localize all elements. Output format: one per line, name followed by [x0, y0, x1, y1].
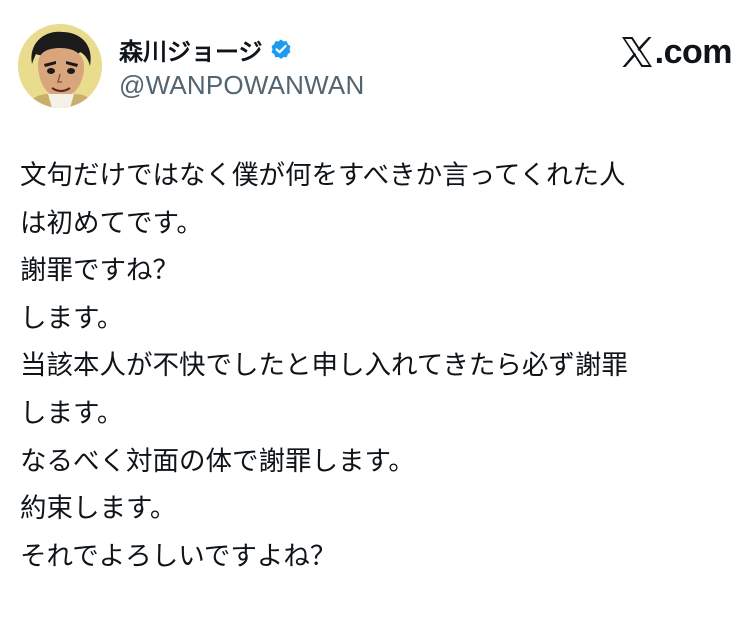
author-display-name[interactable]: 森川ジョージ: [119, 32, 263, 67]
post-text-line: は初めてです。: [20, 207, 203, 239]
post-text-line: なるべく対面の体で謝罪します。: [20, 445, 415, 477]
post-text: 文句だけではなく僕が何をすべきか言ってくれた人 は初めてです。 謝罪ですね？ し…: [20, 152, 720, 580]
manga-character-avatar-icon: [18, 24, 102, 108]
site-domain-suffix: .com: [654, 32, 733, 71]
author-avatar[interactable]: [18, 24, 102, 108]
post-card: 森川ジョージ @WANPOWANWAN .com 文句だけではなく僕が何をすべき…: [0, 0, 750, 619]
post-text-line: それでよろしいですよね？: [20, 540, 337, 572]
x-logo-icon: [620, 35, 654, 69]
post-text-line: 謝罪ですね？: [20, 255, 179, 287]
post-text-line: 文句だけではなく僕が何をすべきか言ってくれた人: [20, 160, 626, 191]
post-text-line: します。: [20, 397, 124, 429]
author-name-row: 森川ジョージ: [119, 32, 293, 66]
post-text-line: します。: [20, 302, 124, 334]
post-header: 森川ジョージ @WANPOWANWAN .com: [18, 24, 733, 110]
post-text-line: 当該本人が不快でしたと申し入れてきたら必ず謝罪: [20, 350, 628, 382]
x-site-logo[interactable]: .com: [620, 32, 733, 72]
post-text-line: 約束します。: [20, 493, 177, 525]
author-handle[interactable]: @WANPOWANWAN: [119, 70, 364, 101]
verified-badge-icon: [269, 37, 293, 61]
